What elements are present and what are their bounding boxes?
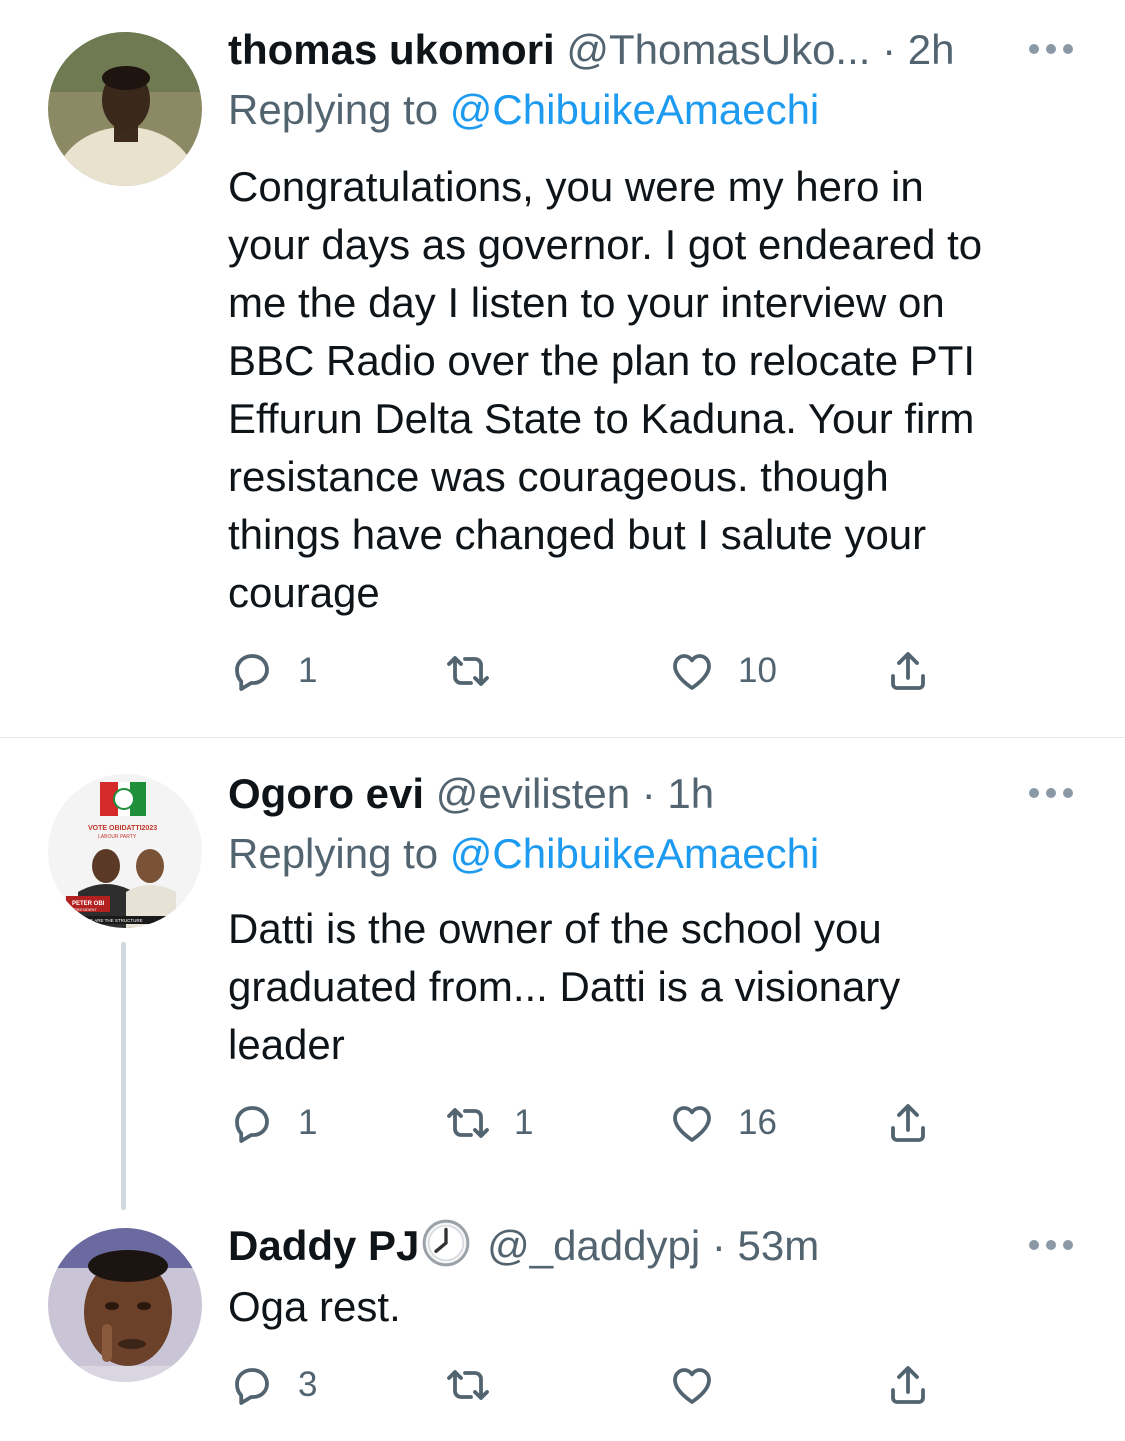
reply-icon: [235, 654, 269, 691]
tweet-text: Datti is the owner of the school you gra…: [228, 900, 1088, 1074]
avatar-image: VOTE OBIDATTI2023 LABOUR PARTY PETER OBI…: [48, 774, 202, 928]
thread-line: [121, 942, 126, 1210]
user-handle[interactable]: @_daddypj: [487, 1222, 700, 1269]
user-handle[interactable]: @evilisten: [436, 770, 630, 817]
avatar[interactable]: [48, 32, 202, 186]
more-icon[interactable]: [1029, 44, 1073, 56]
share-icon: [891, 1366, 925, 1404]
retweet-icon: [447, 656, 489, 686]
reply-icon: [235, 1106, 269, 1143]
reply-count: 1: [298, 1103, 318, 1142]
separator-dot: ·: [630, 770, 668, 817]
like-icon: [673, 654, 711, 690]
avatar[interactable]: VOTE OBIDATTI2023 LABOUR PARTY PETER OBI…: [48, 774, 202, 928]
tweet-3[interactable]: Daddy PJ @_daddypj · 53m Oga rest. 3: [0, 1208, 1125, 1441]
like-icon: [673, 1106, 711, 1142]
tweet-header: Ogoro evi @evilisten · 1h: [228, 764, 1125, 824]
like-count: 16: [738, 1103, 777, 1142]
avatar-line5: WE ARE THE STRUCTURE: [86, 918, 143, 923]
timestamp[interactable]: 53m: [738, 1222, 820, 1269]
timestamp[interactable]: 1h: [667, 770, 714, 817]
tweet-header: Daddy PJ @_daddypj · 53m: [228, 1216, 1125, 1276]
reply-icon: [235, 1368, 269, 1405]
tweet-2[interactable]: VOTE OBIDATTI2023 LABOUR PARTY PETER OBI…: [0, 738, 1125, 1210]
retweet-icon: [447, 1108, 489, 1138]
avatar-line2: LABOUR PARTY: [98, 834, 137, 840]
share-button[interactable]: [884, 1360, 932, 1410]
replying-to-label: Replying to: [228, 830, 450, 877]
tweet-text: Oga rest.: [228, 1278, 1088, 1336]
tweet-text-line: your days as governor. I got endeared to: [228, 221, 983, 268]
reply-button[interactable]: 1: [228, 646, 317, 696]
display-name[interactable]: Ogoro evi: [228, 770, 424, 817]
replying-to-mention[interactable]: @ChibuikeAmaechi: [450, 830, 819, 877]
more-icon[interactable]: [1029, 788, 1073, 800]
tweet-text-line: things have changed but I salute your: [228, 511, 927, 558]
display-name[interactable]: Daddy PJ: [228, 1222, 419, 1269]
user-handle[interactable]: @ThomasUko...: [566, 26, 870, 73]
more-icon[interactable]: [1029, 1240, 1073, 1252]
timestamp[interactable]: 2h: [908, 26, 955, 73]
avatar-line1: VOTE OBIDATTI2023: [88, 825, 157, 832]
reply-count: 1: [298, 651, 318, 690]
tweet-text-line: me the day I listen to your interview on: [228, 279, 945, 326]
share-icon: [891, 1104, 925, 1142]
tweet-text: Congratulations, you were my hero in you…: [228, 158, 1088, 622]
replying-to-mention[interactable]: @ChibuikeAmaechi: [450, 86, 819, 133]
avatar-image: [48, 1228, 202, 1382]
clock-emoji-icon: [423, 1219, 470, 1267]
tweet-1[interactable]: thomas ukomori @ThomasUko... · 2h Replyi…: [0, 0, 1125, 737]
retweet-count: 1: [514, 1103, 534, 1142]
tweet-text-line: Datti is the owner of the school you: [228, 905, 882, 952]
tweet-text-line: courage: [228, 569, 380, 616]
separator-dot: ·: [870, 26, 908, 73]
tweet-header: thomas ukomori @ThomasUko... · 2h: [228, 20, 1125, 80]
tweet-actions: 1 10: [228, 646, 948, 696]
tweet-text-line: leader: [228, 1021, 345, 1068]
replying-to-label: Replying to: [228, 86, 450, 133]
avatar[interactable]: [48, 1228, 202, 1382]
reply-button[interactable]: 3: [228, 1360, 317, 1410]
tweet-actions: 3: [228, 1360, 948, 1410]
like-button[interactable]: [668, 1360, 738, 1410]
tweet-text-line: BBC Radio over the plan to relocate PTI: [228, 337, 976, 384]
share-icon: [891, 652, 925, 690]
retweet-icon: [447, 1370, 489, 1400]
like-count: 10: [738, 651, 777, 690]
replying-to: Replying to @ChibuikeAmaechi: [228, 824, 819, 884]
like-button[interactable]: 16: [668, 1098, 777, 1148]
tweet-text-line: Effurun Delta State to Kaduna. Your firm: [228, 395, 975, 442]
display-name[interactable]: thomas ukomori: [228, 26, 555, 73]
reply-count: 3: [298, 1365, 318, 1404]
reply-button[interactable]: 1: [228, 1098, 317, 1148]
replying-to: Replying to @ChibuikeAmaechi: [228, 80, 819, 140]
avatar-line4: PRESIDENT: [74, 907, 97, 912]
share-button[interactable]: [884, 1098, 932, 1148]
like-button[interactable]: 10: [668, 646, 777, 696]
tweet-text-line: Congratulations, you were my hero in: [228, 163, 924, 210]
avatar-image: [48, 32, 202, 186]
tweet-text-line: graduated from... Datti is a visionary: [228, 963, 901, 1010]
retweet-button[interactable]: 1: [444, 1098, 533, 1148]
separator-dot: ·: [700, 1222, 738, 1269]
share-button[interactable]: [884, 646, 932, 696]
like-icon: [673, 1368, 711, 1404]
tweet-text-line: resistance was courageous. though: [228, 453, 889, 500]
retweet-button[interactable]: [444, 646, 514, 696]
tweet-actions: 1 1 16: [228, 1098, 948, 1148]
tweet-text-line: Oga rest.: [228, 1283, 401, 1330]
retweet-button[interactable]: [444, 1360, 514, 1410]
